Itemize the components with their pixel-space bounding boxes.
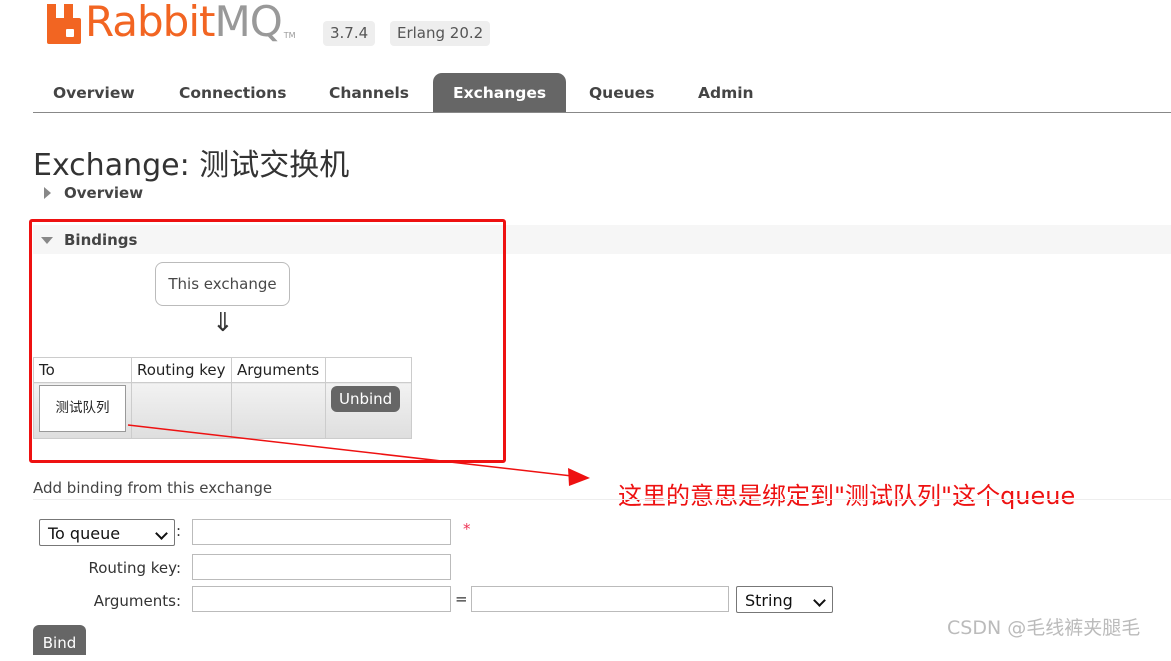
- annotation-arrow-head: [568, 468, 590, 486]
- divider: [33, 499, 1171, 500]
- argument-type-value: String: [745, 591, 793, 610]
- argument-type-select[interactable]: String: [736, 586, 833, 613]
- destination-colon: :: [176, 522, 182, 540]
- argument-key-input[interactable]: [192, 586, 451, 612]
- destination-input[interactable]: [192, 519, 451, 545]
- equals-sign: =: [455, 590, 468, 608]
- arguments-label: Arguments:: [93, 592, 181, 610]
- annotation-text: 这里的意思是绑定到"测试队列"这个queue: [618, 482, 1076, 510]
- annotation-arrow: [127, 424, 590, 486]
- add-binding-heading: Add binding from this exchange: [33, 479, 273, 497]
- required-mark: *: [463, 520, 471, 538]
- destination-type-select[interactable]: To queue: [39, 519, 175, 546]
- argument-value-input[interactable]: [471, 586, 729, 612]
- routing-key-label: Routing key:: [88, 559, 182, 577]
- bind-button[interactable]: Bind: [33, 625, 86, 655]
- chevron-down-icon: [155, 527, 168, 540]
- routing-key-input[interactable]: [192, 554, 451, 580]
- destination-type-value: To queue: [48, 524, 121, 543]
- chevron-down-icon: [813, 594, 826, 607]
- annotation-arrow-line: [127, 424, 573, 477]
- watermark: CSDN @毛线裤夹腿毛: [947, 617, 1141, 639]
